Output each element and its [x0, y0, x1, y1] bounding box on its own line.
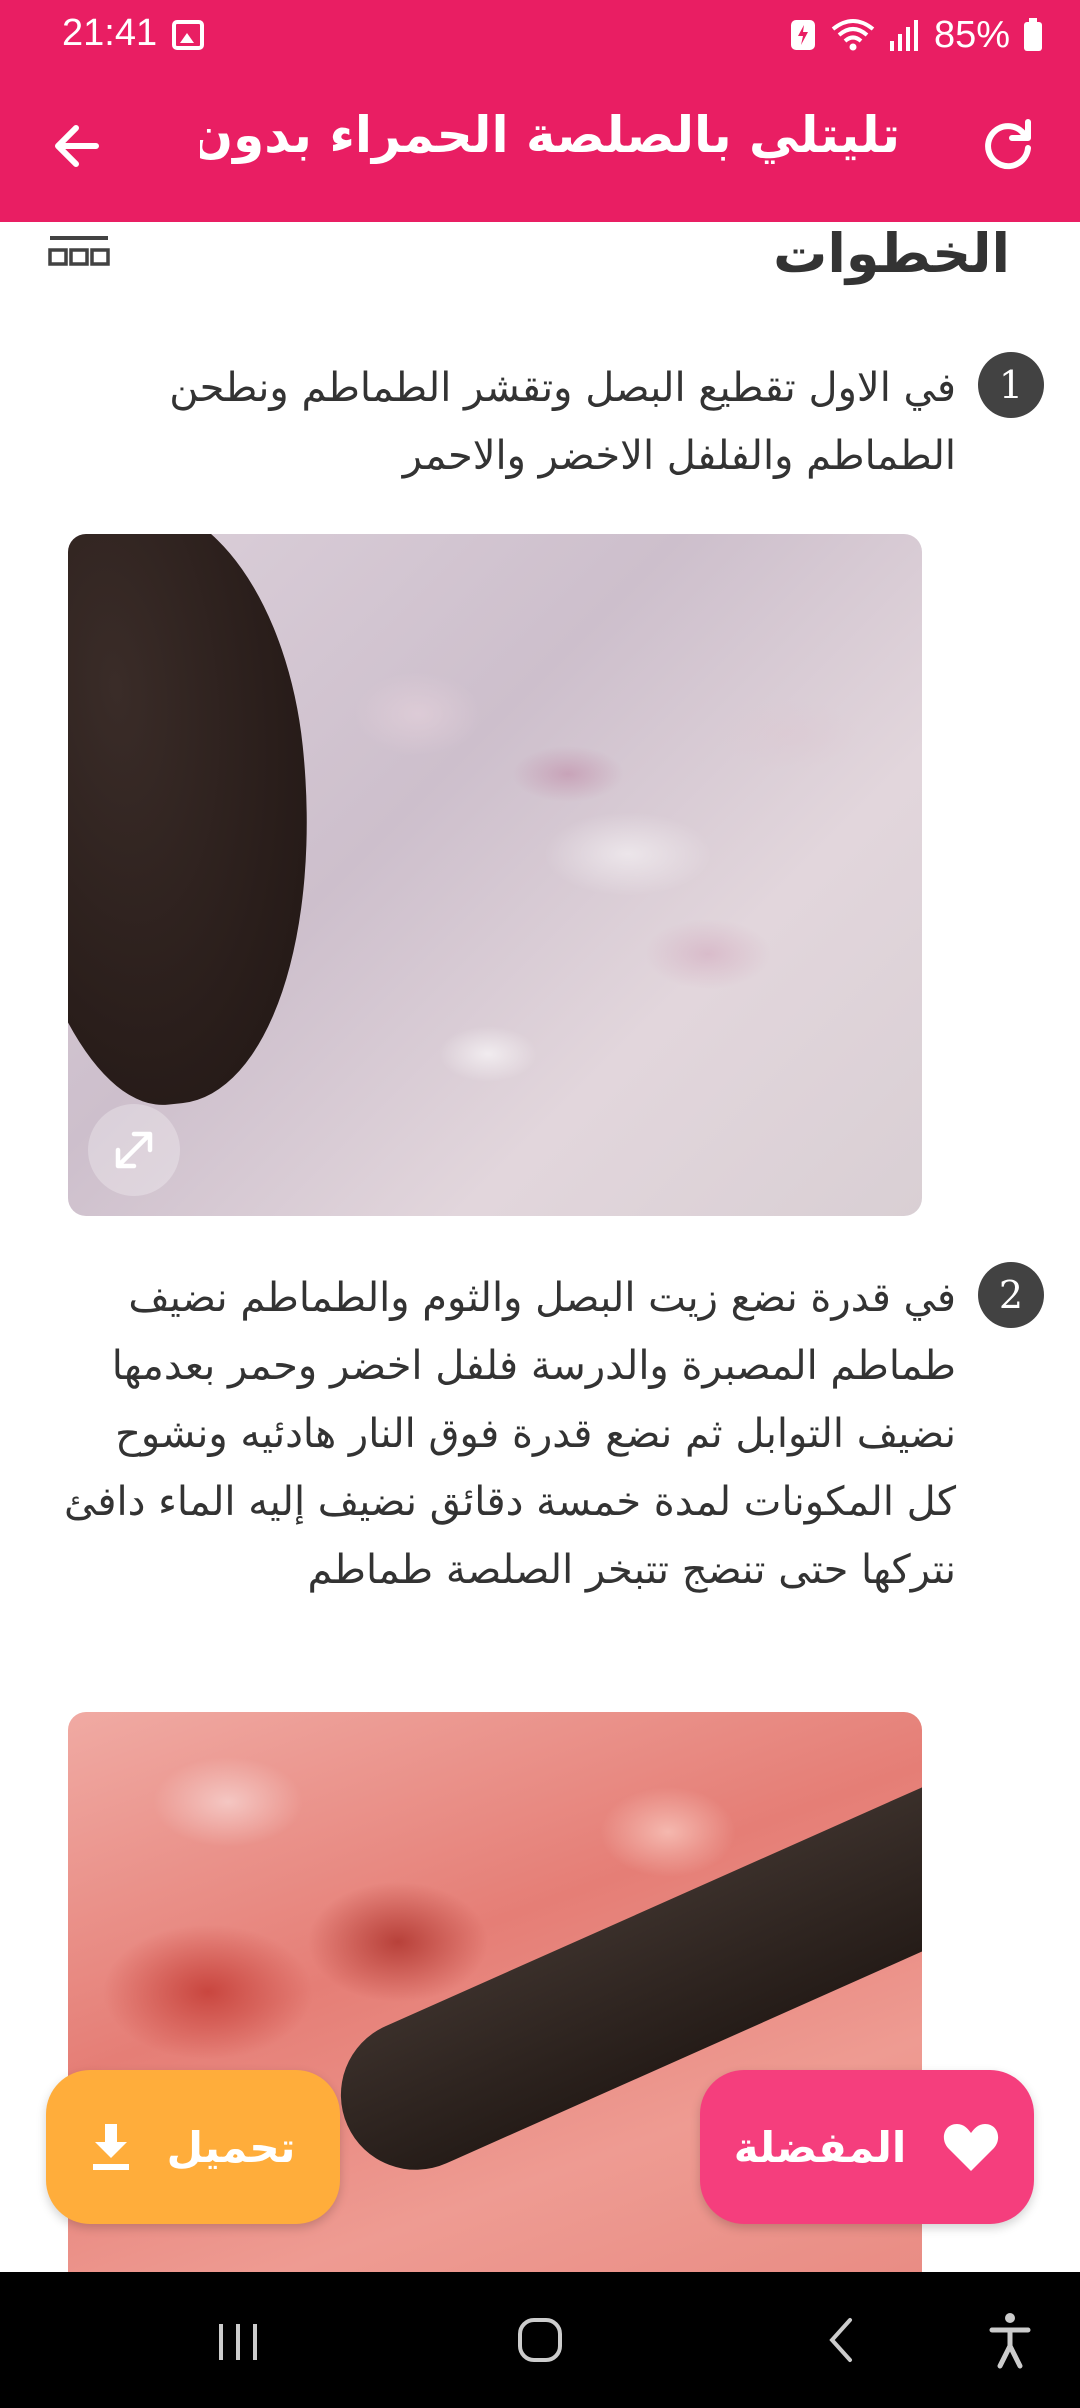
refresh-button[interactable]	[972, 110, 1044, 182]
status-right-group: 85%	[788, 10, 1044, 60]
favorite-button[interactable]: المفضلة	[700, 2070, 1034, 2224]
battery-saver-icon	[790, 20, 815, 50]
expand-icon	[115, 1131, 153, 1169]
recent-apps-button[interactable]	[198, 2302, 278, 2378]
step-number-badge: 1	[978, 352, 1044, 418]
step-item-2: 2 في قدرة نضع زيت البصل والثوم والطماطم …	[44, 1262, 1044, 1682]
steps-content[interactable]: الخطوات 1 في الاول تقطيع البصل وتقشر الط…	[0, 222, 1080, 2272]
battery-icon	[1024, 18, 1042, 51]
home-icon	[518, 2318, 562, 2362]
signal-icon	[889, 20, 918, 51]
accessibility-button[interactable]	[970, 2302, 1050, 2378]
expand-photo-button[interactable]	[88, 1104, 180, 1196]
page-title: تليتلي بالصلصة الحمراء بدون ...	[200, 106, 900, 164]
download-icon	[92, 2124, 129, 2170]
accessibility-icon	[989, 2313, 1031, 2369]
wifi-icon	[831, 19, 875, 51]
download-label: تحميل	[166, 2122, 296, 2172]
steps-heading: الخطوات	[773, 222, 1010, 285]
step-item-1: 1 في الاول تقطيع البصل وتقشر الطماطم ونط…	[44, 352, 1044, 502]
wooden-spoon	[68, 534, 339, 1119]
back-button[interactable]	[42, 110, 114, 182]
step-photo-1[interactable]	[68, 534, 922, 1216]
back-chevron-icon	[829, 2318, 852, 2362]
step-text: في قدرة نضع زيت البصل والثوم والطماطم نض…	[64, 1275, 956, 1593]
status-bar: 21:41 85%	[0, 0, 1080, 72]
image-notification-icon	[172, 20, 204, 50]
app-bar: تليتلي بالصلصة الحمراء بدون ...	[0, 72, 1080, 222]
download-button[interactable]: تحميل	[46, 2070, 340, 2224]
system-nav-bar	[0, 2272, 1080, 2408]
status-time: 21:41	[62, 12, 158, 54]
view-toggle-button[interactable]	[48, 234, 110, 274]
heart-icon	[944, 2124, 999, 2171]
step-number-badge: 2	[978, 1262, 1044, 1328]
battery-percent: 85%	[933, 13, 1010, 56]
step-text: في الاول تقطيع البصل وتقشر الطماطم ونطحن…	[169, 365, 956, 479]
recent-apps-icon	[219, 2324, 257, 2360]
refresh-icon	[985, 119, 1031, 170]
back-nav-button[interactable]	[802, 2302, 882, 2378]
favorite-label: المفضلة	[733, 2122, 907, 2172]
back-arrow-icon	[55, 125, 99, 167]
home-button[interactable]	[500, 2302, 580, 2378]
grid-view-icon	[48, 236, 110, 266]
